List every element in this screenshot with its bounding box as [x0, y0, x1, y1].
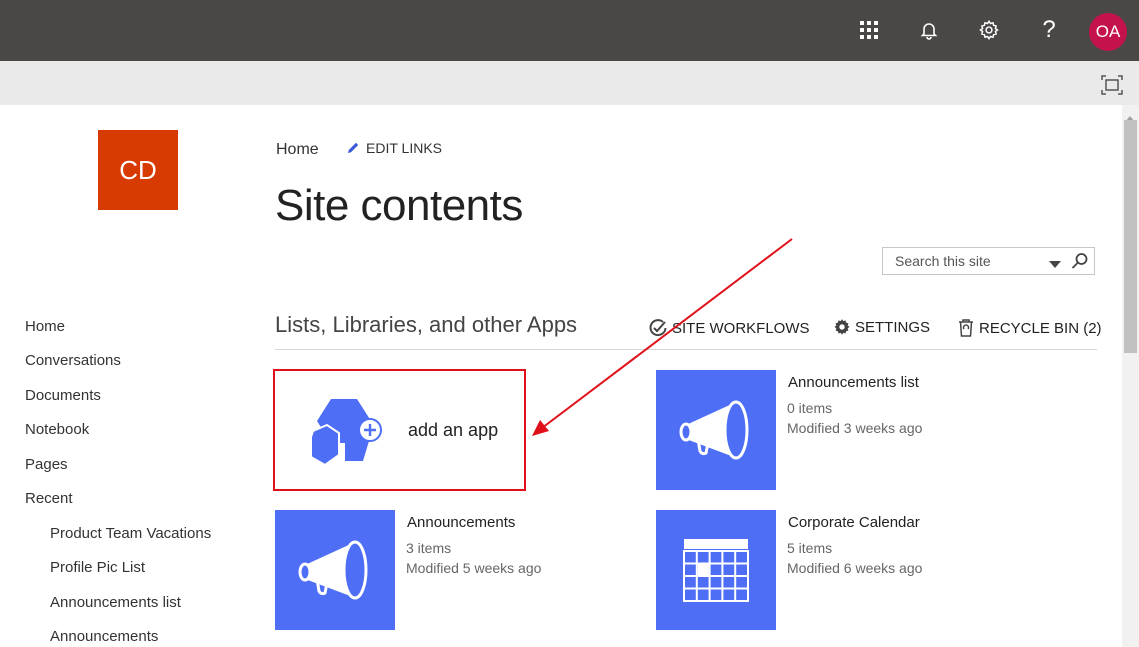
megaphone-icon [679, 400, 749, 460]
add-app-icon [310, 399, 382, 467]
recycle-bin-label: RECYCLE BIN (2) [979, 319, 1102, 337]
user-initials: OA [1095, 22, 1121, 41]
app-title[interactable]: Announcements list [788, 374, 919, 391]
nav-recent-announcements[interactable]: Announcements [50, 628, 158, 645]
settings-gear-icon [834, 319, 850, 335]
workflow-icon [649, 319, 667, 337]
calendar-icon [683, 539, 749, 602]
app-item-count: 0 items [787, 400, 833, 416]
settings-button[interactable]: SETTINGS [833, 318, 930, 336]
scrollbar-thumb[interactable] [1124, 120, 1137, 353]
nav-item-pages[interactable]: Pages [25, 456, 68, 473]
site-workflows-button[interactable]: SITE WORKFLOWS [648, 318, 810, 338]
app-item-count: 3 items [406, 540, 452, 556]
focus-content-icon[interactable] [1101, 75, 1123, 100]
nav-item-recent[interactable]: Recent [25, 490, 73, 507]
search-icon[interactable] [1071, 252, 1089, 275]
app-title[interactable]: Announcements [407, 514, 515, 531]
ribbon-bar [0, 61, 1139, 105]
nav-recent-profile-pic-list[interactable]: Profile Pic List [50, 559, 145, 576]
add-an-app-label[interactable]: add an app [408, 420, 498, 441]
pencil-icon [348, 142, 359, 153]
recycle-bin-button[interactable]: RECYCLE BIN (2) [957, 318, 1102, 338]
suite-bar: ? OA [0, 0, 1139, 61]
app-title[interactable]: Corporate Calendar [788, 514, 920, 531]
settings-label: SETTINGS [855, 318, 931, 336]
app-modified: Modified 3 weeks ago [787, 420, 923, 436]
edit-links-button[interactable]: EDIT LINKS [346, 140, 442, 156]
nav-item-notebook[interactable]: Notebook [25, 421, 89, 438]
search-input[interactable] [883, 248, 1055, 274]
breadcrumb-home[interactable]: Home [276, 141, 319, 159]
site-logo-initials: CD [119, 154, 157, 185]
site-workflows-label: SITE WORKFLOWS [672, 319, 810, 337]
user-avatar[interactable]: OA [1089, 13, 1127, 51]
site-logo[interactable]: CD [98, 130, 178, 210]
nav-recent-product-team-vacations[interactable]: Product Team Vacations [50, 525, 211, 542]
page-title: Site contents [275, 181, 523, 230]
recycle-bin-icon [959, 319, 973, 337]
app-tile-announcements-list[interactable] [656, 370, 776, 490]
nav-item-home[interactable]: Home [25, 318, 65, 335]
app-modified: Modified 5 weeks ago [406, 560, 542, 576]
app-tile-announcements[interactable] [275, 510, 395, 630]
app-launcher-icon[interactable] [853, 14, 885, 46]
nav-recent-announcements-list[interactable]: Announcements list [50, 594, 181, 611]
app-tile-corporate-calendar[interactable] [656, 510, 776, 630]
megaphone-icon [298, 540, 368, 600]
edit-links-label: EDIT LINKS [366, 140, 442, 156]
app-modified: Modified 6 weeks ago [787, 560, 923, 576]
section-divider [275, 349, 1097, 350]
search-box [882, 247, 1095, 275]
bell-icon[interactable] [913, 14, 945, 46]
nav-item-documents[interactable]: Documents [25, 387, 101, 404]
gear-icon[interactable] [973, 14, 1005, 46]
section-title: Lists, Libraries, and other Apps [275, 312, 578, 337]
search-scope-dropdown-icon[interactable] [1049, 256, 1061, 274]
help-glyph: ? [1042, 16, 1056, 43]
help-icon[interactable]: ? [1033, 14, 1065, 46]
app-item-count: 5 items [787, 540, 833, 556]
nav-item-conversations[interactable]: Conversations [25, 352, 121, 369]
